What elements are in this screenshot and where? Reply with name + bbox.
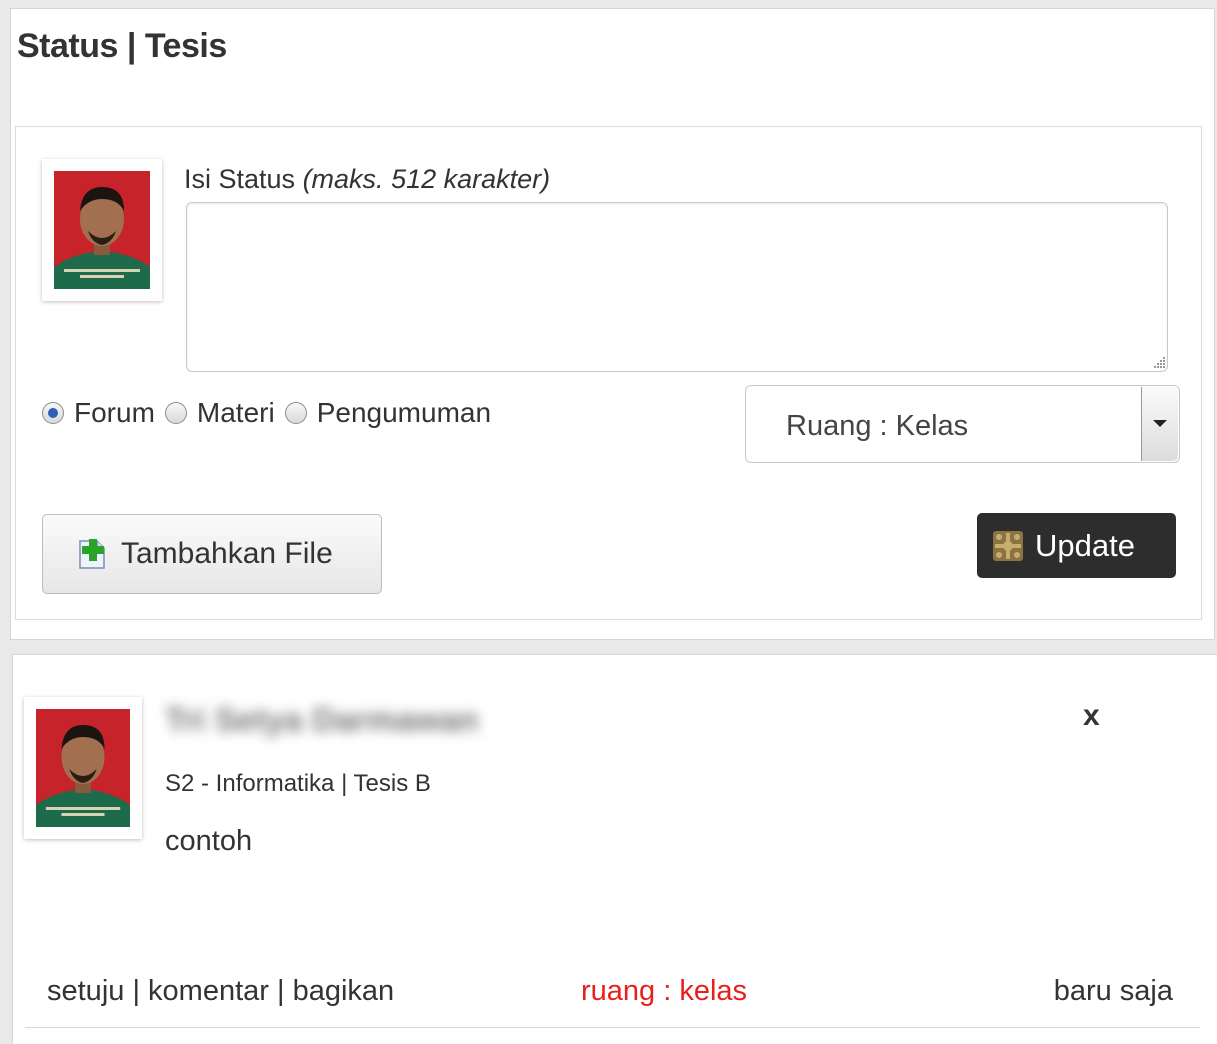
update-label: Update bbox=[1035, 527, 1135, 563]
status-panel: Status | Tesis Isi Status (maks. 512 kar… bbox=[10, 8, 1215, 640]
agree-link[interactable]: setuju bbox=[47, 975, 124, 1007]
share-link[interactable]: bagikan bbox=[293, 975, 395, 1007]
status-label-hint: (maks. 512 karakter) bbox=[302, 164, 551, 194]
status-form: Isi Status (maks. 512 karakter) Forum Ma… bbox=[15, 126, 1202, 620]
action-separator: | bbox=[124, 975, 149, 1007]
post-timestamp: baru saja bbox=[1053, 975, 1173, 1007]
radio-forum[interactable] bbox=[42, 402, 64, 424]
resize-grip-icon[interactable] bbox=[1152, 355, 1166, 369]
add-file-button[interactable]: Tambahkan File bbox=[42, 514, 382, 594]
add-file-label: Tambahkan File bbox=[121, 537, 333, 570]
status-post: Tri Setya Darmawan S2 - Informatika | Te… bbox=[12, 654, 1217, 1044]
page-title: Status | Tesis bbox=[17, 27, 227, 65]
status-label: Isi Status (maks. 512 karakter) bbox=[184, 164, 550, 195]
chevron-down-icon[interactable] bbox=[1141, 387, 1178, 461]
post-actions: setuju | komentar | bagikan bbox=[47, 975, 394, 1008]
radio-forum-label[interactable]: Forum bbox=[74, 397, 155, 429]
post-type-radio-group: Forum Materi Pengumuman bbox=[42, 397, 501, 429]
action-separator: | bbox=[268, 975, 293, 1007]
radio-pengumuman[interactable] bbox=[284, 402, 307, 424]
post-author-name[interactable]: Tri Setya Darmawan bbox=[165, 701, 479, 739]
comment-link[interactable]: komentar bbox=[148, 975, 269, 1007]
post-avatar bbox=[24, 697, 142, 839]
radio-pengumuman-label[interactable]: Pengumuman bbox=[317, 397, 491, 429]
room-select[interactable]: Ruang : Kelas bbox=[745, 385, 1180, 463]
avatar bbox=[42, 159, 162, 301]
post-content: contoh bbox=[165, 825, 253, 857]
post-meta: S2 - Informatika | Tesis B bbox=[165, 770, 431, 797]
ornament-icon bbox=[993, 530, 1023, 561]
room-select-value: Ruang : Kelas bbox=[786, 410, 969, 442]
delete-post-button[interactable]: x bbox=[1083, 699, 1100, 733]
radio-materi-label[interactable]: Materi bbox=[197, 397, 275, 429]
add-file-icon bbox=[79, 539, 105, 569]
update-button[interactable]: Update bbox=[977, 513, 1176, 578]
radio-materi[interactable] bbox=[164, 402, 187, 424]
status-textarea[interactable] bbox=[186, 202, 1168, 372]
post-room-tag: ruang : kelas bbox=[581, 975, 748, 1007]
divider bbox=[25, 1027, 1200, 1028]
status-label-text: Isi Status bbox=[184, 164, 296, 194]
